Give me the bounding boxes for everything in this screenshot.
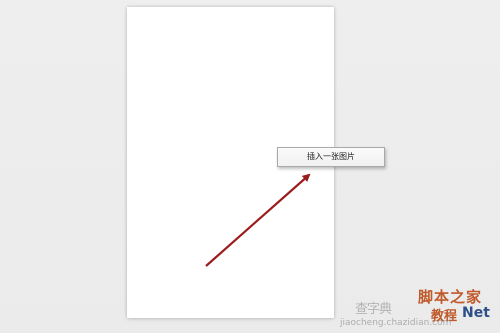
context-menu: 插入一张图片: [277, 147, 385, 167]
watermark-brand: 脚本之家: [418, 288, 483, 306]
watermark-url: jiaocheng.chazidian.com: [340, 318, 452, 328]
watermark-net: Net: [462, 305, 490, 321]
watermark-left-text: 查字典: [355, 302, 392, 317]
menu-item-insert-image[interactable]: 插入一张图片: [280, 150, 382, 164]
